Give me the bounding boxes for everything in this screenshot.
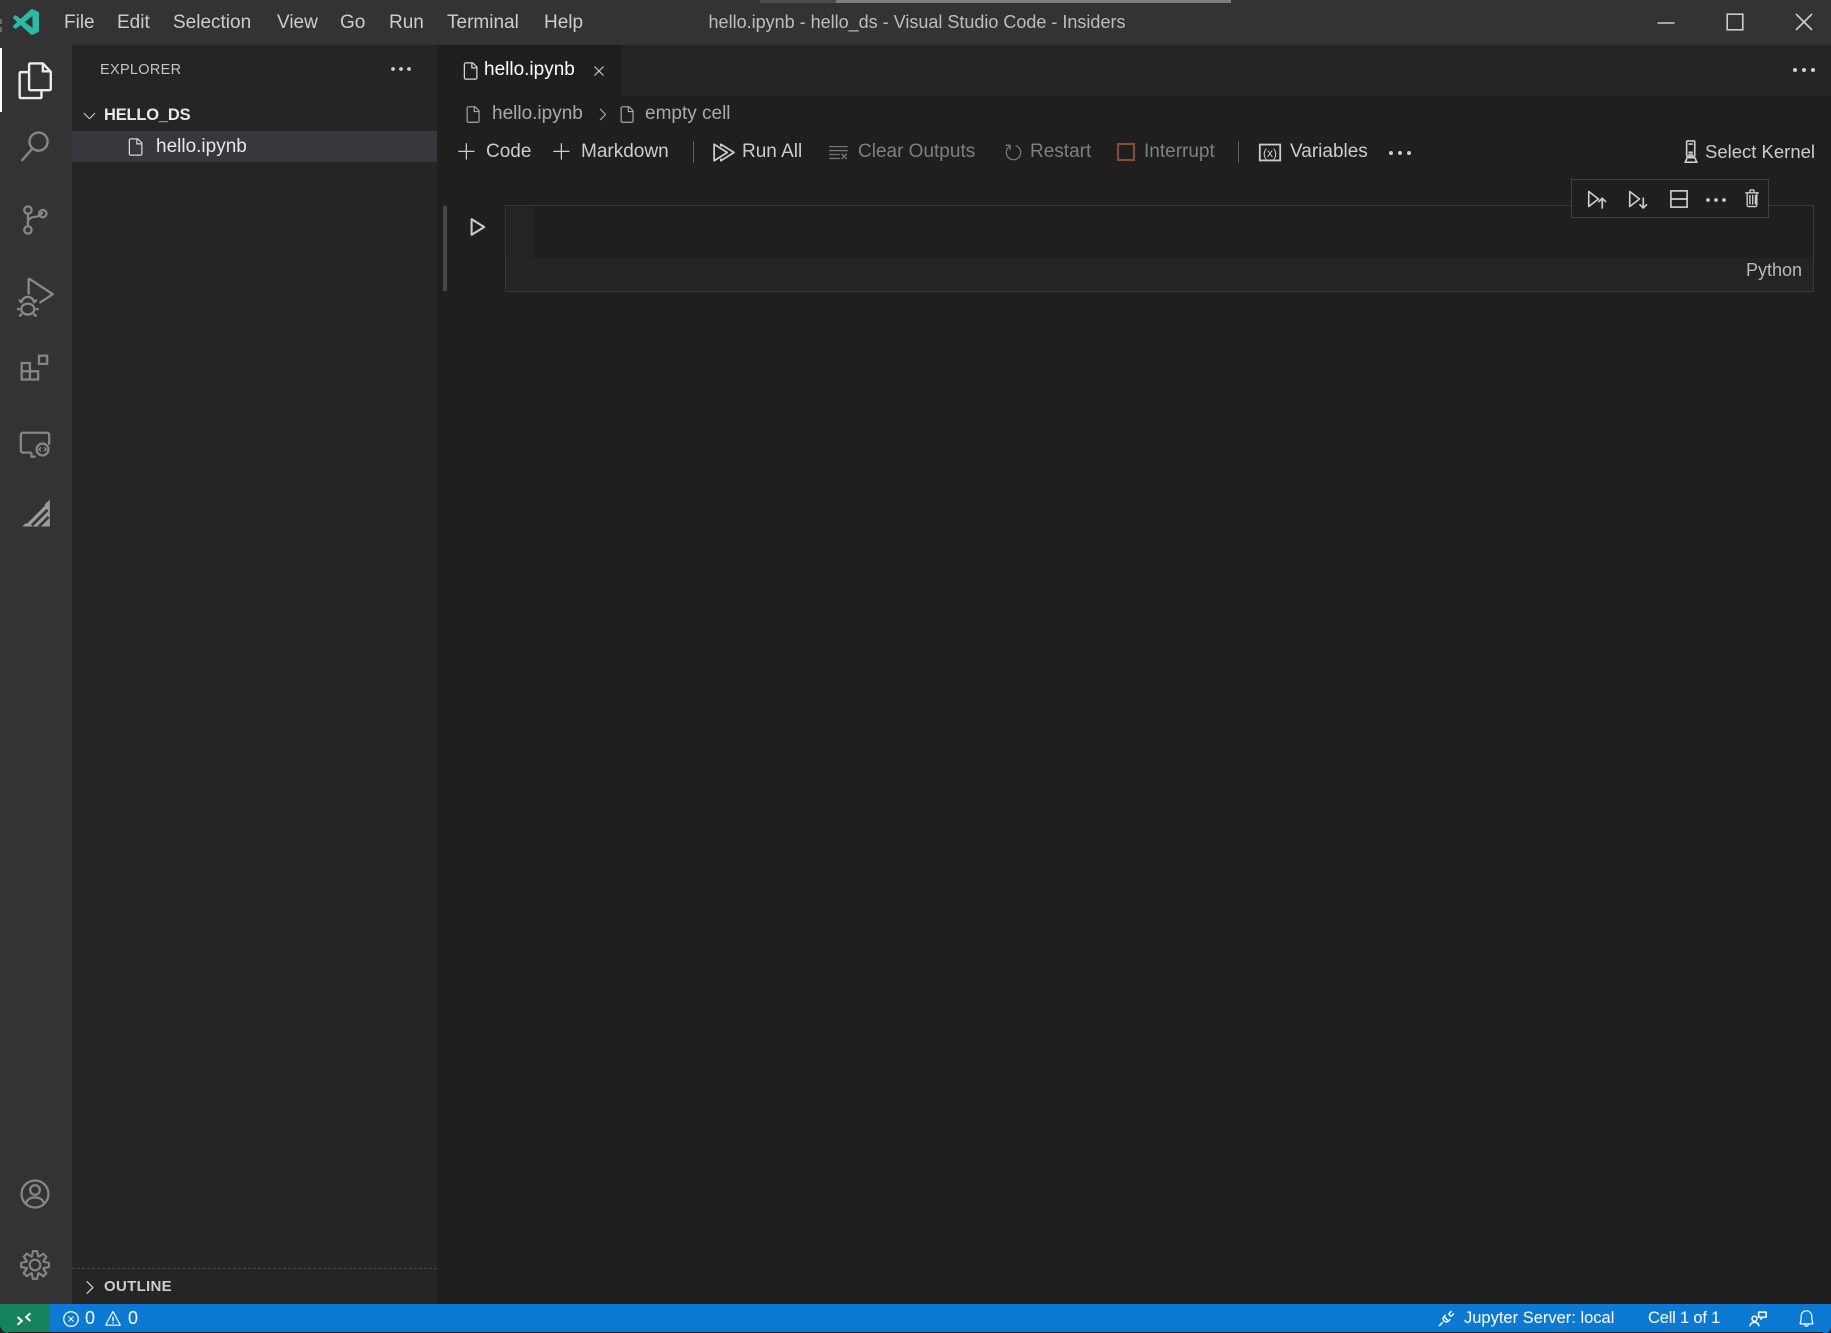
- svg-text:(x): (x): [1263, 146, 1277, 160]
